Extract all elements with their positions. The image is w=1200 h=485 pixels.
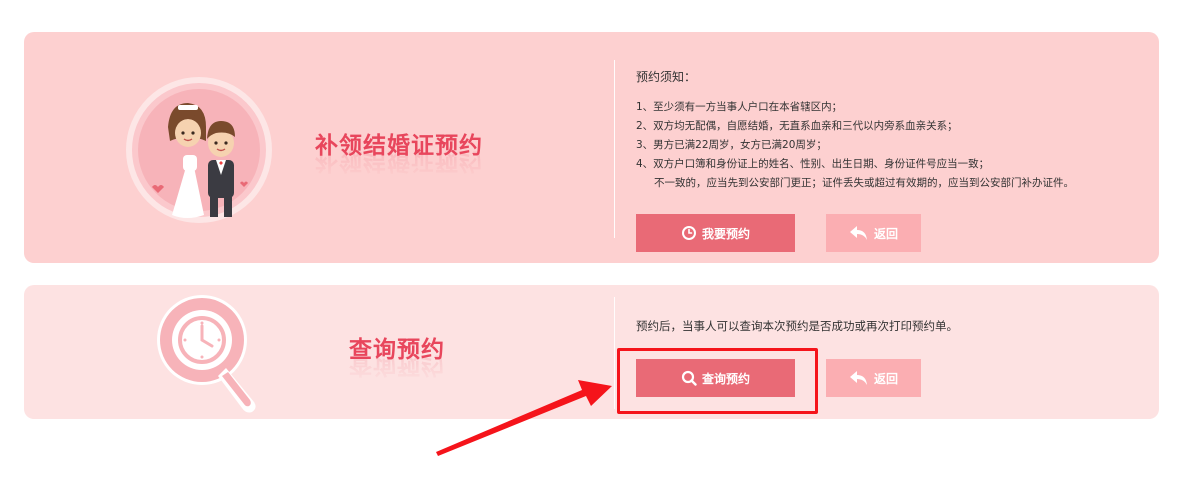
annotation-arrow-icon (436, 380, 612, 456)
